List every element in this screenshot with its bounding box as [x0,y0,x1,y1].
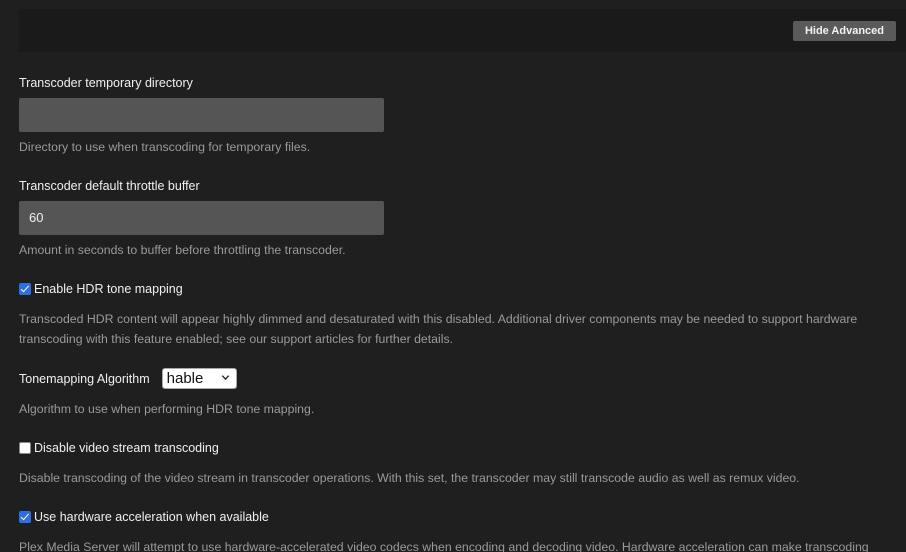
tonemapping-algorithm-select[interactable]: hable [161,368,237,389]
disable-video-transcoding-help: Disable transcoding of the video stream … [19,471,800,485]
hardware-acceleration-row[interactable]: Use hardware acceleration when available [19,510,269,524]
temp-dir-label: Transcoder temporary directory [19,76,193,90]
throttle-buffer-input[interactable]: 60 [19,201,384,235]
temp-dir-input[interactable] [19,98,384,132]
throttle-buffer-help: Amount in seconds to buffer before throt… [19,243,346,257]
tonemapping-algorithm-help: Algorithm to use when performing HDR ton… [19,402,315,416]
hardware-acceleration-checkbox[interactable] [19,511,31,523]
hdr-tone-mapping-label: Enable HDR tone mapping [34,282,183,296]
hardware-acceleration-label: Use hardware acceleration when available [34,510,269,524]
hdr-tone-mapping-row[interactable]: Enable HDR tone mapping [19,282,183,296]
tonemapping-algorithm-label: Tonemapping Algorithm [19,371,150,386]
tonemapping-algorithm-row: Tonemapping Algorithm hable [19,368,237,389]
advanced-transcoder-settings-page: Hide Advanced Transcoder temporary direc… [0,0,906,552]
disable-video-transcoding-row[interactable]: Disable video stream transcoding [19,441,219,455]
hdr-tone-mapping-checkbox[interactable] [19,283,31,295]
hardware-acceleration-help: Plex Media Server will attempt to use ha… [19,540,869,552]
settings-header-bar: Hide Advanced [19,9,906,52]
hide-advanced-button[interactable]: Hide Advanced [792,21,896,41]
hdr-tone-mapping-help: Transcoded HDR content will appear highl… [19,312,858,346]
temp-dir-help: Directory to use when transcoding for te… [19,140,311,154]
chevron-down-icon [221,375,229,381]
disable-video-transcoding-label: Disable video stream transcoding [34,441,219,455]
throttle-buffer-label: Transcoder default throttle buffer [19,179,200,193]
disable-video-transcoding-checkbox[interactable] [19,442,31,454]
tonemapping-algorithm-value: hable [166,370,204,387]
